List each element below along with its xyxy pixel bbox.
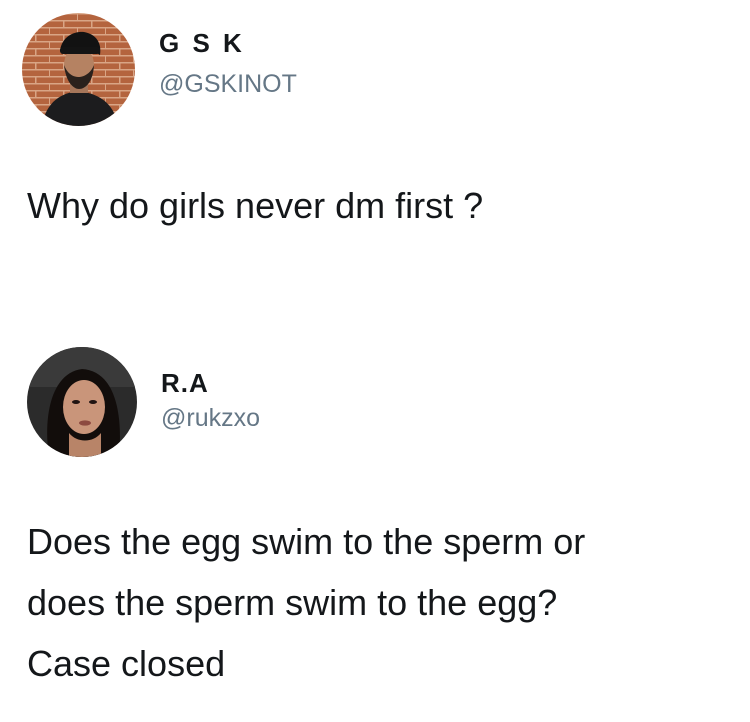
profile-photo — [22, 13, 135, 126]
tweet-text: Why do girls never dm first ? — [27, 185, 484, 226]
display-name[interactable]: G S K — [159, 28, 245, 59]
avatar[interactable] — [22, 13, 135, 126]
tweet-text: Does the egg swim to the sperm or does t… — [27, 521, 586, 684]
display-name[interactable]: R.A — [161, 368, 209, 399]
user-handle[interactable]: @rukzxo — [161, 404, 260, 433]
profile-photo — [27, 347, 137, 457]
avatar[interactable] — [27, 347, 137, 457]
user-handle[interactable]: @GSKINOT — [159, 70, 297, 99]
